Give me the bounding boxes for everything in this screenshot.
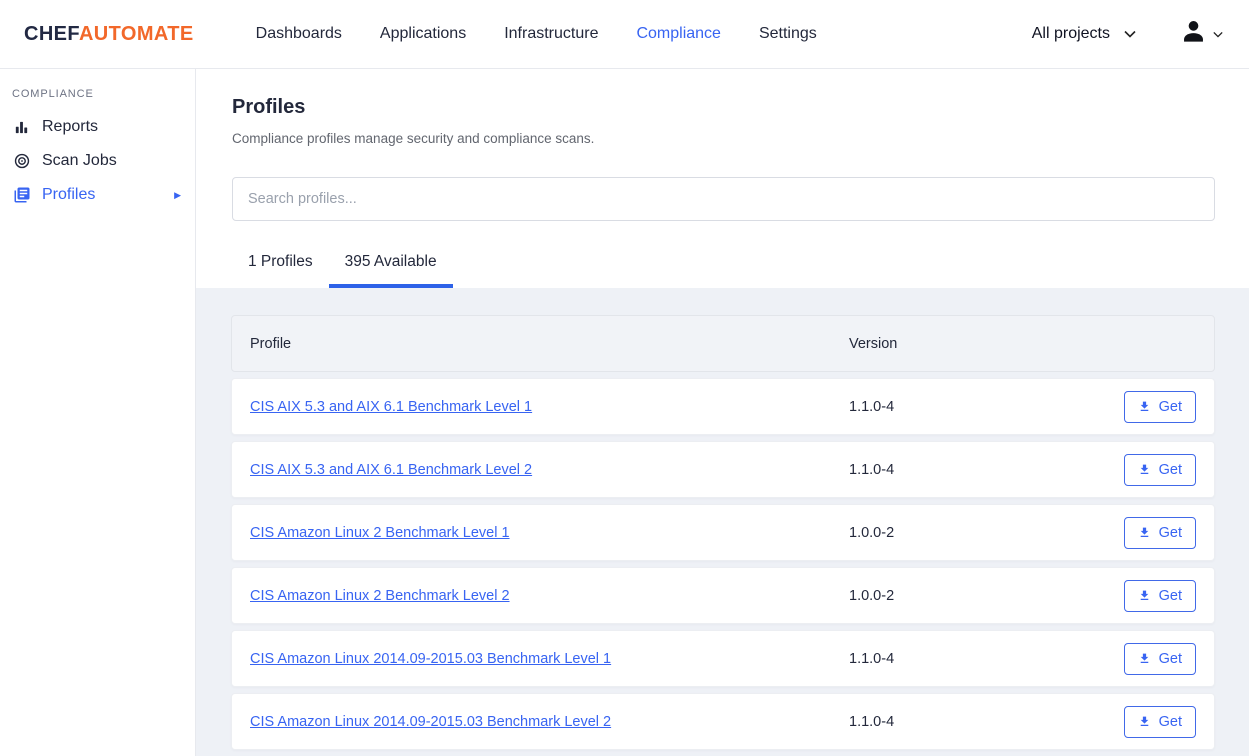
projects-filter-dropdown[interactable]: All projects <box>1032 25 1136 43</box>
nav-applications[interactable]: Applications <box>380 25 466 43</box>
sidebar: COMPLIANCE Reports Scan Jobs Profiles <box>0 69 196 756</box>
version-cell: 1.1.0-4 <box>849 462 1124 478</box>
logo-chef-text: CHEF <box>24 23 79 45</box>
download-icon <box>1138 400 1151 413</box>
profile-link[interactable]: CIS Amazon Linux 2 Benchmark Level 2 <box>250 588 510 604</box>
profile-link[interactable]: CIS Amazon Linux 2014.09-2015.03 Benchma… <box>250 651 611 667</box>
column-header-profile: Profile <box>250 336 849 352</box>
sidebar-section-label: COMPLIANCE <box>12 88 183 100</box>
expand-right-arrow-icon[interactable]: ▶ <box>174 191 181 200</box>
bar-chart-icon <box>12 119 31 136</box>
version-cell: 1.1.0-4 <box>849 651 1124 667</box>
sidebar-item-profiles[interactable]: Profiles ▶ <box>0 178 195 212</box>
get-button[interactable]: Get <box>1124 454 1196 486</box>
table-row: CIS Amazon Linux 2 Benchmark Level 1 1.0… <box>231 504 1215 561</box>
nav-dashboards[interactable]: Dashboards <box>256 25 342 43</box>
projects-filter-label: All projects <box>1032 25 1110 43</box>
table-row: CIS Amazon Linux 2014.09-2015.03 Benchma… <box>231 693 1215 750</box>
table-header-row: Profile Version <box>231 315 1215 372</box>
get-button-label: Get <box>1159 651 1182 667</box>
chef-automate-logo[interactable]: CHEFAUTOMATE <box>24 23 194 46</box>
download-icon <box>1138 652 1151 665</box>
topbar-right-controls: All projects <box>1032 18 1223 50</box>
download-icon <box>1138 715 1151 728</box>
search-input[interactable] <box>232 177 1215 221</box>
profiles-tabs: 1 Profiles 395 Available <box>232 241 1215 288</box>
get-button-label: Get <box>1159 714 1182 730</box>
logo-automate-text: AUTOMATE <box>79 23 194 45</box>
profiles-table-panel: Profile Version CIS AIX 5.3 and AIX 6.1 … <box>196 288 1249 756</box>
primary-nav: Dashboards Applications Infrastructure C… <box>256 25 817 43</box>
table-row: CIS AIX 5.3 and AIX 6.1 Benchmark Level … <box>231 441 1215 498</box>
get-button[interactable]: Get <box>1124 706 1196 738</box>
tab-my-profiles[interactable]: 1 Profiles <box>232 241 329 288</box>
get-button-label: Get <box>1159 525 1182 541</box>
table-row: CIS AIX 5.3 and AIX 6.1 Benchmark Level … <box>231 378 1215 435</box>
version-cell: 1.0.0-2 <box>849 525 1124 541</box>
chevron-down-icon <box>1124 30 1136 38</box>
nav-settings[interactable]: Settings <box>759 25 817 43</box>
chevron-down-icon <box>1213 31 1223 38</box>
get-button[interactable]: Get <box>1124 391 1196 423</box>
user-avatar-icon <box>1180 18 1207 50</box>
sidebar-item-label: Profiles <box>42 186 95 204</box>
library-books-icon <box>12 186 31 204</box>
profile-link[interactable]: CIS AIX 5.3 and AIX 6.1 Benchmark Level … <box>250 399 532 415</box>
download-icon <box>1138 463 1151 476</box>
nav-infrastructure[interactable]: Infrastructure <box>504 25 598 43</box>
download-icon <box>1138 526 1151 539</box>
profile-link[interactable]: CIS AIX 5.3 and AIX 6.1 Benchmark Level … <box>250 462 532 478</box>
get-button[interactable]: Get <box>1124 580 1196 612</box>
get-button[interactable]: Get <box>1124 517 1196 549</box>
download-icon <box>1138 589 1151 602</box>
main-content: Profiles Compliance profiles manage secu… <box>196 69 1249 756</box>
get-button[interactable]: Get <box>1124 643 1196 675</box>
nav-compliance[interactable]: Compliance <box>636 25 720 43</box>
sidebar-item-scan-jobs[interactable]: Scan Jobs <box>0 144 195 178</box>
get-button-label: Get <box>1159 462 1182 478</box>
profile-link[interactable]: CIS Amazon Linux 2 Benchmark Level 1 <box>250 525 510 541</box>
sidebar-item-reports[interactable]: Reports <box>0 110 195 144</box>
column-header-version: Version <box>849 336 1196 352</box>
version-cell: 1.0.0-2 <box>849 588 1124 604</box>
page-subtitle: Compliance profiles manage security and … <box>232 131 1215 146</box>
version-cell: 1.1.0-4 <box>849 714 1124 730</box>
get-button-label: Get <box>1159 588 1182 604</box>
table-row: CIS Amazon Linux 2 Benchmark Level 2 1.0… <box>231 567 1215 624</box>
page-title: Profiles <box>232 96 1215 119</box>
version-cell: 1.1.0-4 <box>849 399 1124 415</box>
sidebar-item-label: Reports <box>42 118 98 136</box>
user-menu[interactable] <box>1180 18 1223 50</box>
get-button-label: Get <box>1159 399 1182 415</box>
tab-available[interactable]: 395 Available <box>329 241 453 288</box>
profile-link[interactable]: CIS Amazon Linux 2014.09-2015.03 Benchma… <box>250 714 611 730</box>
table-row: CIS Amazon Linux 2014.09-2015.03 Benchma… <box>231 630 1215 687</box>
top-navigation-bar: CHEFAUTOMATE Dashboards Applications Inf… <box>0 0 1249 69</box>
radar-icon <box>12 152 31 170</box>
profiles-table-body: CIS AIX 5.3 and AIX 6.1 Benchmark Level … <box>231 378 1215 750</box>
sidebar-item-label: Scan Jobs <box>42 152 117 170</box>
